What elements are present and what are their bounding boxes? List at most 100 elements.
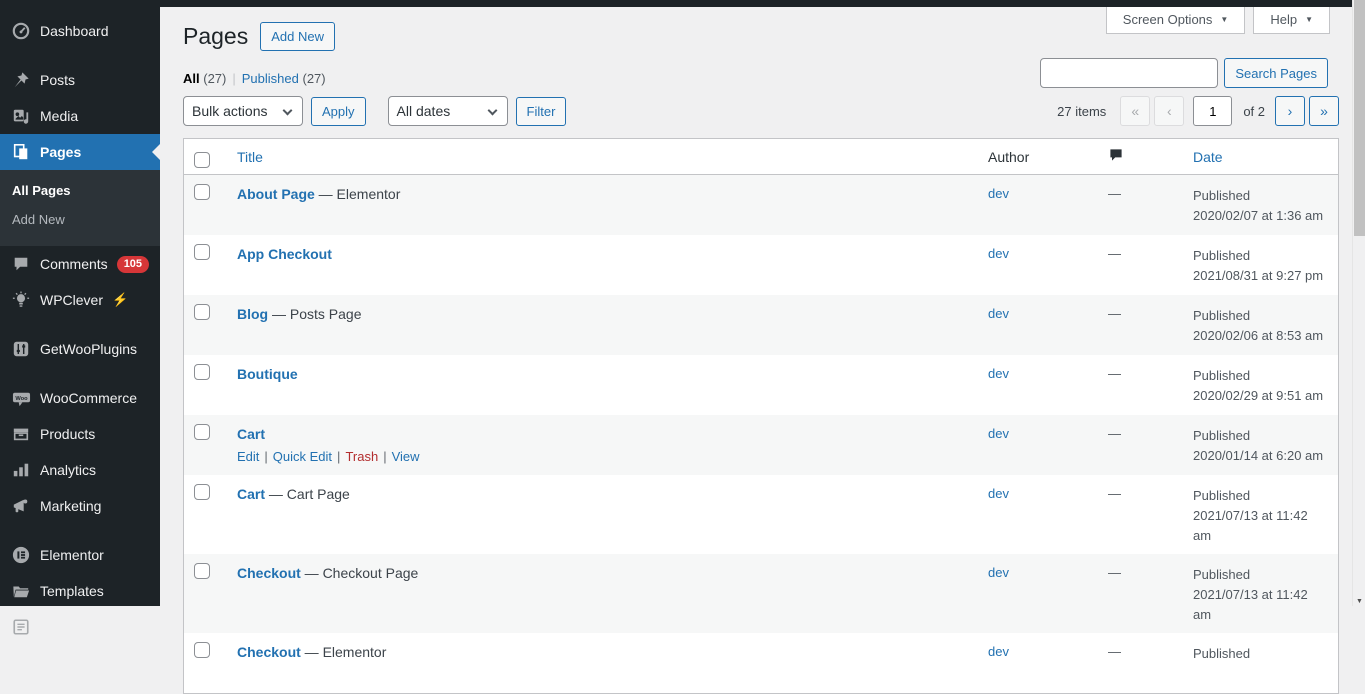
row-checkbox[interactable] (194, 424, 210, 440)
pages-icon (11, 142, 31, 162)
chevron-down-icon: ▼ (1220, 15, 1228, 24)
row-checkbox[interactable] (194, 364, 210, 380)
column-header-date[interactable]: Date (1183, 139, 1338, 175)
page-title-link[interactable]: Cart (237, 426, 265, 442)
first-page-button[interactable]: « (1120, 96, 1150, 126)
sidebar-item-comments[interactable]: Comments 105 (0, 246, 160, 282)
chevron-down-icon (487, 106, 497, 116)
date-cell: Published2020/02/07 at 1:36 am (1183, 175, 1338, 235)
page-title-link[interactable]: App Checkout (237, 246, 332, 262)
trash-link[interactable]: Trash (345, 449, 378, 464)
filter-all-link[interactable]: All (27) (183, 71, 226, 86)
date-value: 2020/02/29 at 9:51 am (1193, 388, 1323, 403)
megaphone-icon (11, 496, 31, 516)
status-label: Published (1193, 428, 1250, 443)
column-header-author: Author (978, 139, 1098, 175)
row-checkbox[interactable] (194, 244, 210, 260)
elementor-icon (11, 545, 31, 565)
screen-options-button[interactable]: Screen Options ▼ (1106, 7, 1246, 34)
sidebar-item-elementor[interactable]: Elementor (0, 537, 160, 573)
row-checkbox[interactable] (194, 642, 210, 658)
author-link[interactable]: dev (988, 246, 1009, 261)
author-link[interactable]: dev (988, 486, 1009, 501)
sidebar-item-templates[interactable]: Templates (0, 573, 160, 609)
sidebar-item-posts[interactable]: Posts (0, 62, 160, 98)
admin-sidebar: Dashboard Posts Media Pages All Pages Ad… (0, 0, 160, 606)
comments-value: — (1098, 355, 1183, 415)
edit-link[interactable]: Edit (237, 449, 259, 464)
bolt-icon: ⚡ (112, 291, 128, 309)
date-value: 2021/08/31 at 9:27 pm (1193, 268, 1323, 283)
page-title-link[interactable]: Checkout (237, 644, 301, 660)
page-title-link[interactable]: Boutique (237, 366, 298, 382)
page-state-label: — Elementor (315, 186, 401, 202)
row-actions: Edit|Quick Edit|Trash|View (237, 449, 968, 464)
quick-edit-link[interactable]: Quick Edit (273, 449, 332, 464)
submenu-item-add-new[interactable]: Add New (0, 205, 160, 234)
add-new-button[interactable]: Add New (260, 22, 335, 51)
bulk-actions-select[interactable]: Bulk actions (183, 96, 303, 126)
sidebar-item-marketing[interactable]: Marketing (0, 488, 160, 524)
search-pages-button[interactable]: Search Pages (1224, 58, 1328, 88)
search-input[interactable] (1040, 58, 1218, 88)
date-value: 2021/07/13 at 11:42 am (1193, 587, 1308, 622)
chevron-down-icon: ▼ (1305, 15, 1313, 24)
page-title-link[interactable]: Blog (237, 306, 268, 322)
row-checkbox[interactable] (194, 563, 210, 579)
page-title-link[interactable]: Cart (237, 486, 265, 502)
sidebar-item-woocommerce[interactable]: Woo WooCommerce (0, 380, 160, 416)
sliders-icon (11, 339, 31, 359)
dates-filter-select[interactable]: All dates (388, 96, 508, 126)
column-header-title[interactable]: Title (227, 139, 978, 175)
view-link[interactable]: View (392, 449, 420, 464)
author-link[interactable]: dev (988, 306, 1009, 321)
bar-chart-icon (11, 460, 31, 480)
sidebar-item-wpclever[interactable]: WPClever⚡ (0, 282, 160, 318)
status-label: Published (1193, 646, 1250, 661)
table-row: Cart Edit|Quick Edit|Trash|View dev — Pu… (184, 415, 1338, 475)
products-box-icon (11, 424, 31, 444)
row-checkbox[interactable] (194, 184, 210, 200)
prev-page-button[interactable]: ‹ (1154, 96, 1184, 126)
filter-all-label: All (183, 71, 200, 86)
page-title-link[interactable]: Checkout (237, 565, 301, 581)
date-cell: Published2020/02/29 at 9:51 am (1183, 355, 1338, 415)
filter-button[interactable]: Filter (516, 97, 567, 126)
status-label: Published (1193, 308, 1250, 323)
scroll-down-arrow-icon[interactable]: ▼ (1353, 598, 1365, 605)
page-state-label: — Elementor (301, 644, 387, 660)
sidebar-item-pages[interactable]: Pages (0, 134, 160, 170)
sidebar-item-label: Templates (40, 582, 104, 600)
sidebar-item-products[interactable]: Products (0, 416, 160, 452)
current-page-input[interactable] (1193, 96, 1232, 126)
sidebar-item-dashboard[interactable]: Dashboard (0, 13, 160, 49)
comments-value: — (1098, 415, 1183, 475)
apply-button[interactable]: Apply (311, 97, 366, 126)
select-all-checkbox[interactable] (194, 152, 210, 168)
submenu-item-all-pages[interactable]: All Pages (0, 176, 160, 205)
last-page-button[interactable]: » (1309, 96, 1339, 126)
table-toolbar: Bulk actions Apply All dates Filter 27 i… (183, 96, 1339, 126)
row-checkbox[interactable] (194, 484, 210, 500)
date-value: 2020/01/14 at 6:20 am (1193, 448, 1323, 463)
help-button[interactable]: Help ▼ (1253, 7, 1330, 34)
filter-published-link[interactable]: Published (27) (242, 71, 326, 86)
page-title-link[interactable]: About Page (237, 186, 315, 202)
action-separator: | (264, 449, 267, 464)
page-state-label: — Posts Page (268, 306, 361, 322)
author-link[interactable]: dev (988, 426, 1009, 441)
table-row: Cart — Cart Page dev — Published2021/07/… (184, 475, 1338, 554)
author-link[interactable]: dev (988, 644, 1009, 659)
vertical-scrollbar[interactable]: ▼ (1352, 0, 1365, 606)
author-link[interactable]: dev (988, 565, 1009, 580)
sidebar-item-getwooplugins[interactable]: GetWooPlugins (0, 331, 160, 367)
sidebar-item-analytics[interactable]: Analytics (0, 452, 160, 488)
author-link[interactable]: dev (988, 366, 1009, 381)
date-cell: Published2021/07/13 at 11:42 am (1183, 554, 1338, 633)
sidebar-item-media[interactable]: Media (0, 98, 160, 134)
scrollbar-thumb[interactable] (1354, 0, 1365, 236)
author-link[interactable]: dev (988, 186, 1009, 201)
next-page-button[interactable]: › (1275, 96, 1305, 126)
status-label: Published (1193, 248, 1250, 263)
row-checkbox[interactable] (194, 304, 210, 320)
